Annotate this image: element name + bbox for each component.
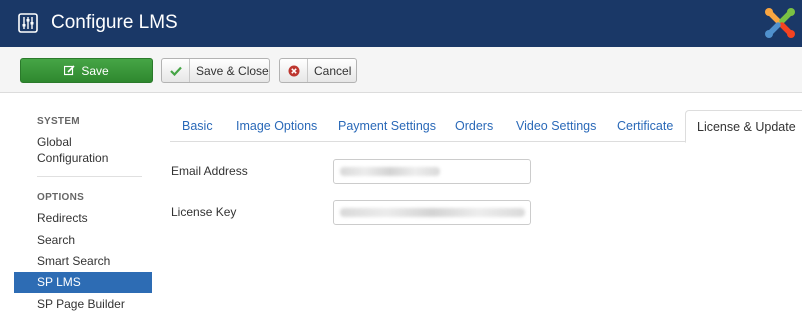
tab-certificate[interactable]: Certificate — [617, 110, 673, 142]
cancel-label: Cancel — [314, 63, 352, 78]
toolbar: Save Save & Close Cancel — [0, 47, 802, 93]
email-address-label: Email Address — [171, 164, 248, 178]
sidebar-item-search[interactable]: Search — [14, 233, 152, 247]
sidebar-item-redirects[interactable]: Redirects — [14, 211, 152, 225]
sidebar-item-label: Global — [37, 135, 72, 149]
app-header: Configure LMS — [0, 0, 802, 47]
tab-video-settings[interactable]: Video Settings — [516, 110, 596, 142]
sidebar-item-smart-search[interactable]: Smart Search — [14, 254, 152, 268]
save-button[interactable]: Save — [20, 58, 153, 83]
page-title: Configure LMS — [51, 12, 178, 33]
save-close-label: Save & Close — [196, 63, 269, 78]
tab-payment-settings[interactable]: Payment Settings — [338, 110, 436, 142]
tab-basic[interactable]: Basic — [182, 110, 213, 142]
license-key-label: License Key — [171, 205, 237, 219]
redacted-license-key — [340, 208, 525, 217]
cancel-button[interactable]: Cancel — [279, 58, 357, 83]
check-icon — [162, 59, 190, 82]
sidebar-item-label: Configuration — [37, 151, 109, 165]
edit-icon — [64, 65, 75, 76]
tab-image-options[interactable]: Image Options — [236, 110, 317, 142]
sidebar-item-sp-page-builder[interactable]: SP Page Builder — [14, 297, 152, 311]
joomla-logo[interactable] — [762, 5, 798, 41]
system-header: SYSTEM — [37, 116, 80, 127]
tab-orders[interactable]: Orders — [455, 110, 493, 142]
sidebar-item-sp-lms[interactable]: SP LMS — [14, 272, 152, 293]
cancel-circle-icon — [280, 59, 308, 82]
sidebar-divider — [37, 176, 142, 177]
sliders-icon — [18, 13, 38, 33]
redacted-email — [340, 167, 440, 176]
options-header: OPTIONS — [37, 192, 85, 203]
save-label: Save — [81, 63, 109, 78]
save-close-button[interactable]: Save & Close — [161, 58, 270, 83]
tab-bar: Basic Image Options Payment Settings Ord… — [170, 110, 802, 143]
sidebar-item-global-configuration[interactable]: Global Configuration — [14, 135, 152, 165]
tab-license-update[interactable]: License & Update — [685, 110, 802, 143]
